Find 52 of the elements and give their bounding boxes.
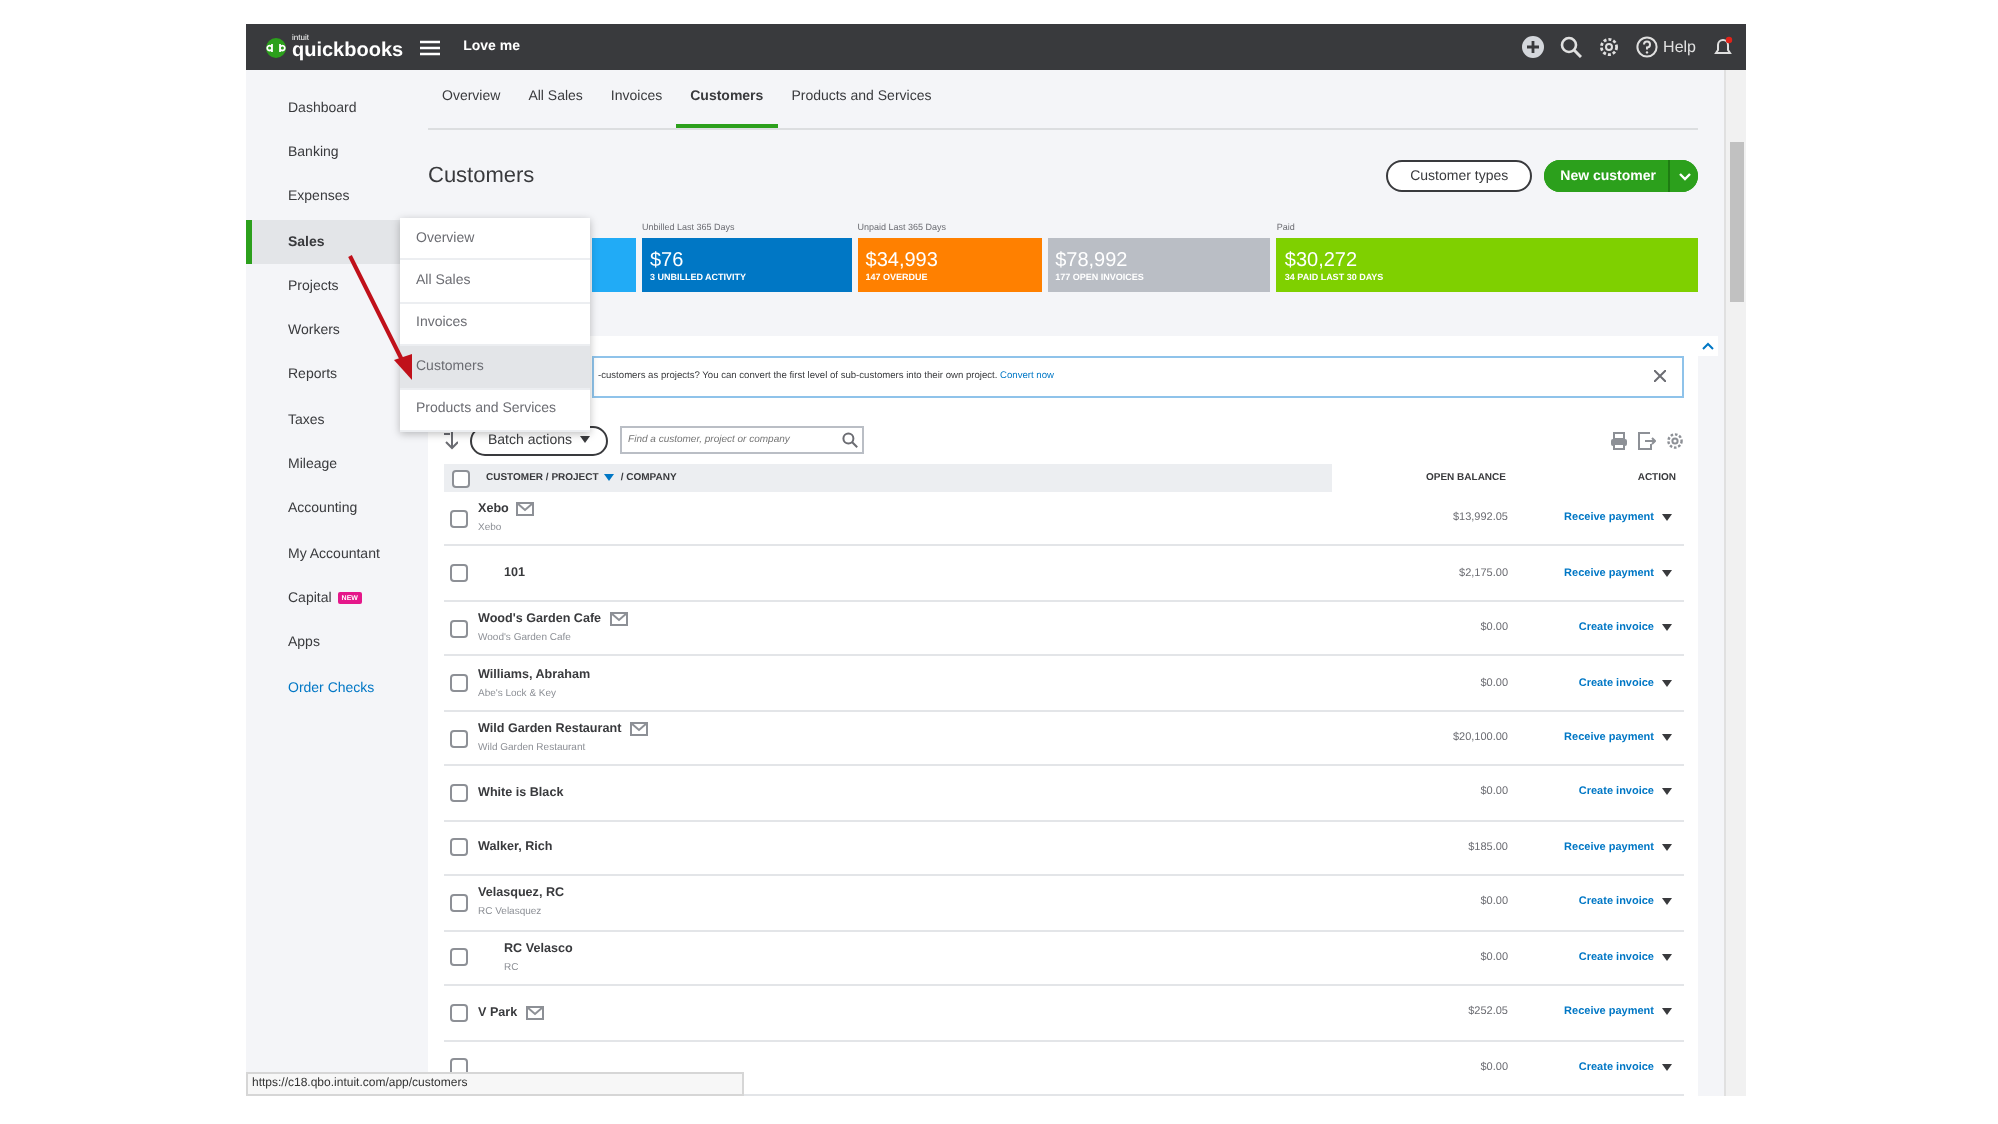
envelope-icon [516,502,535,517]
row-checkbox[interactable] [450,948,468,967]
select-all-checkbox[interactable] [452,469,470,488]
row-checkbox[interactable] [450,893,468,912]
caret-icon [580,436,591,445]
caret-icon [1662,514,1672,523]
row-checkbox[interactable] [450,783,468,802]
caret-icon [1662,843,1672,852]
notifications-button[interactable] [1712,36,1734,58]
add-button[interactable] [1521,36,1544,58]
logo-text: quickbooks [292,41,404,61]
menu-button[interactable] [419,39,440,55]
caret-icon [1662,1063,1672,1072]
row-checkbox[interactable] [450,729,468,748]
caret-icon [1662,679,1672,688]
caret-icon [1662,788,1672,797]
help-icon [1635,36,1658,58]
collapse-button[interactable] [1698,336,1718,356]
search-button[interactable] [1559,36,1582,58]
page-title: Customers [428,164,537,188]
caret-icon [1662,898,1672,907]
amount: $30,272 [1284,249,1360,271]
row-checkbox[interactable] [450,838,468,857]
logo-icon [266,37,286,57]
envelope-icon [629,722,648,737]
close-button[interactable] [1654,370,1666,383]
row-checkbox[interactable] [450,674,468,693]
row-checkbox[interactable] [450,509,468,528]
caret-icon [1662,624,1672,633]
amount: $34,993 [865,249,940,271]
help-button[interactable]: Help [1635,36,1696,58]
row-checkbox[interactable] [450,564,468,583]
chevron-icon [1677,171,1691,181]
sort-caret-icon[interactable] [604,474,615,483]
caret-icon [1662,569,1672,578]
search-icon [842,432,859,449]
caret-icon [1662,734,1672,743]
settings-icon[interactable] [1666,431,1684,450]
scrollbar-thumb[interactable] [1729,142,1743,302]
print-icon[interactable] [1610,431,1628,450]
export-icon[interactable] [1638,431,1656,450]
amount: $78,992 [1055,249,1130,271]
row-checkbox[interactable] [450,1003,468,1022]
envelope-icon [525,1005,544,1020]
row-checkbox[interactable] [450,619,468,638]
amount: $76 [649,249,686,271]
sort-arrow-icon[interactable] [444,431,458,450]
settings-button[interactable] [1597,36,1620,58]
caret-icon [1662,953,1672,962]
caret-icon [1662,1008,1672,1017]
scrollbar[interactable] [1724,70,1746,1096]
envelope-icon [609,612,628,627]
